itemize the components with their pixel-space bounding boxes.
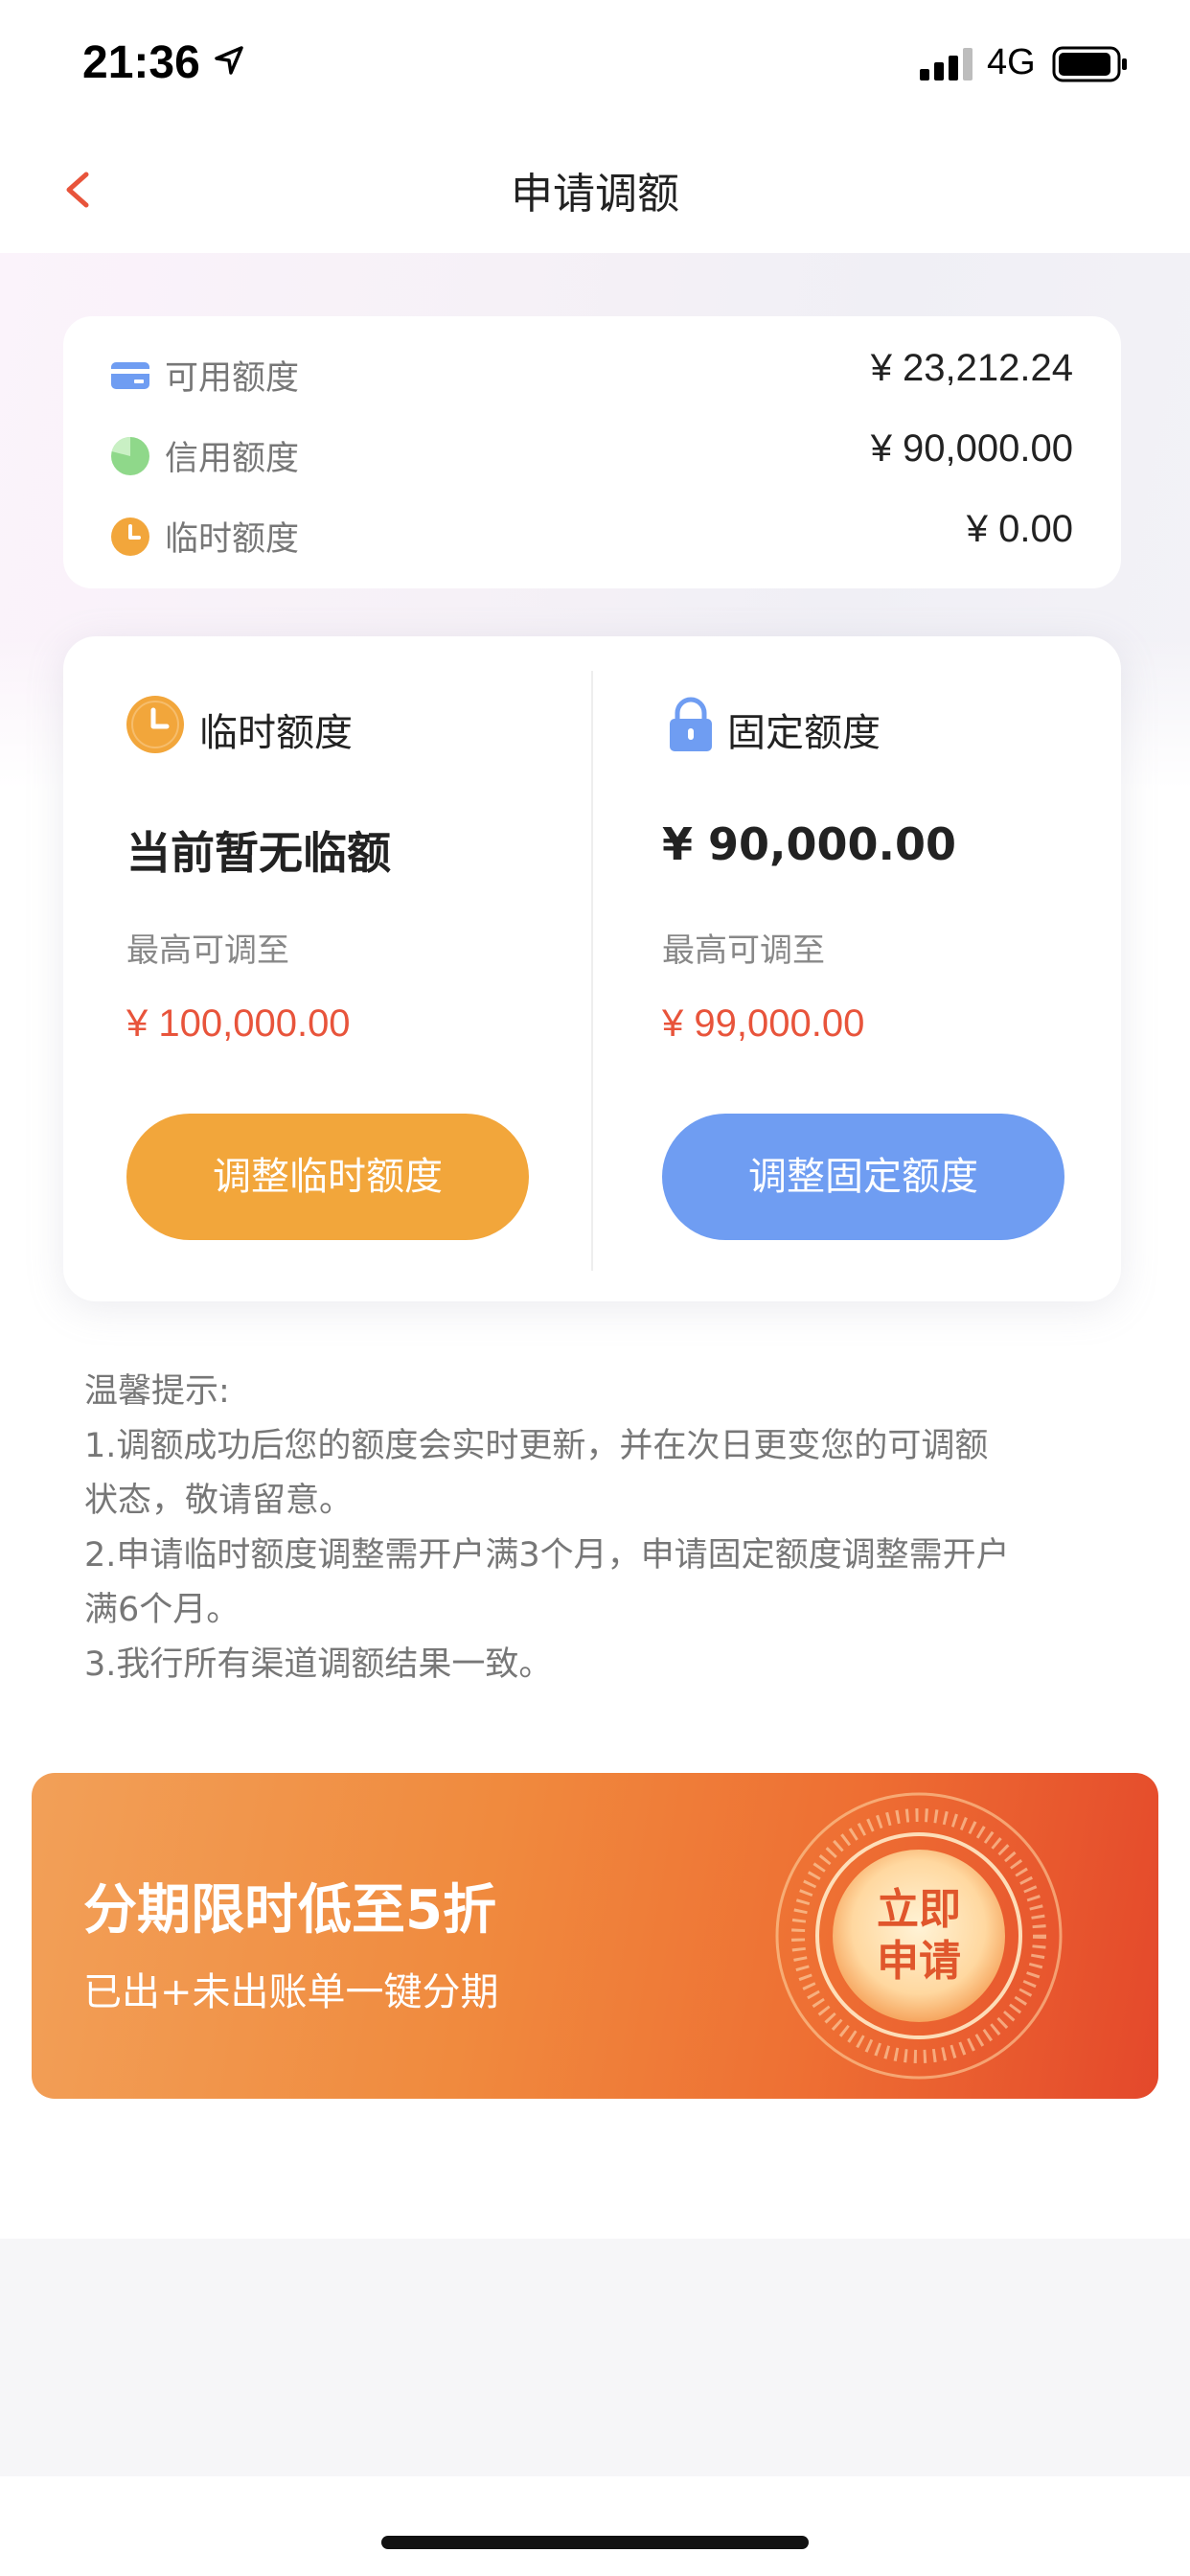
signal-icon [920,48,973,80]
badge-text: 立即 申请 [773,1790,1064,2082]
adjust-fixed-quota-button[interactable]: 调整固定额度 [662,1114,1064,1240]
banner-subtitle: 已出+未出账单一键分期 [83,1970,499,2014]
location-arrow-icon [215,46,243,75]
summary-row-available: 可用额度 ¥ 23,212.24 [111,347,1073,404]
fixed-quota-current: ¥ 90,000.00 [662,818,957,870]
tips-line: 1.调额成功后您的额度会实时更新，并在次日更变您的可调额 [84,1427,989,1465]
temporary-quota-current: 当前暂无临额 [126,827,391,879]
home-indicator[interactable] [381,2536,809,2549]
status-time: 21:36 [82,37,200,88]
tips-line: 状态，敬请留意。 [84,1482,354,1520]
tips-heading: 温馨提示: [84,1372,230,1411]
summary-label: 信用额度 [165,440,300,478]
status-bar: 21:36 4G [0,0,1190,126]
card-icon [111,362,149,389]
quota-adjust-card: 临时额度 当前暂无临额 最高可调至 ¥ 100,000.00 调整临时额度 固定… [63,636,1121,1301]
clock-icon [111,518,149,556]
summary-label: 可用额度 [165,359,300,398]
summary-value: ¥ 0.00 [966,508,1073,550]
fixed-quota-max-value: ¥ 99,000.00 [662,1002,865,1045]
badge-line: 立即 [877,1885,961,1934]
summary-value: ¥ 90,000.00 [870,427,1073,470]
fixed-quota-column: 固定额度 ¥ 90,000.00 最高可调至 ¥ 99,000.00 调整固定额… [593,636,1121,1301]
summary-value: ¥ 23,212.24 [870,347,1073,389]
quota-summary-card: 可用额度 ¥ 23,212.24 信用额度 ¥ 90,000.00 临时额度 ¥… [63,316,1121,588]
tips-line: 2.申请临时额度调整需开户满3个月，申请固定额度调整需开户 [84,1536,1010,1575]
summary-row-credit: 信用额度 ¥ 90,000.00 [111,427,1073,485]
battery-icon [1052,46,1127,82]
page-title: 申请调额 [511,170,679,218]
pie-icon [111,437,149,475]
clock-icon [126,696,184,753]
temporary-quota-title: 临时额度 [199,711,353,755]
temporary-quota-max-label: 最高可调至 [126,932,289,970]
temporary-quota-max-value: ¥ 100,000.00 [126,1002,351,1045]
temporary-quota-column: 临时额度 当前暂无临额 最高可调至 ¥ 100,000.00 调整临时额度 [63,636,591,1301]
adjust-temporary-quota-button[interactable]: 调整临时额度 [126,1114,529,1240]
apply-now-badge[interactable]: 立即 申请 [773,1790,1064,2082]
fixed-quota-max-label: 最高可调至 [662,932,825,970]
bottom-spacer [0,2239,1190,2476]
banner-title: 分期限时低至5折 [83,1879,496,1942]
installment-promo-banner[interactable]: 分期限时低至5折 已出+未出账单一键分期 立即 申请 [32,1773,1158,2099]
network-type: 4G [987,42,1036,82]
tips-section: 温馨提示: 1.调额成功后您的额度会实时更新，并在次日更变您的可调额 状态，敬请… [84,1365,1119,1692]
lock-icon [670,697,712,751]
summary-row-temporary: 临时额度 ¥ 0.00 [111,508,1073,565]
fixed-quota-title: 固定额度 [727,711,881,755]
badge-line: 申请 [877,1937,961,1986]
summary-label: 临时额度 [165,520,300,559]
tips-line: 3.我行所有渠道调额结果一致。 [84,1645,553,1684]
tips-line: 满6个月。 [84,1591,240,1629]
